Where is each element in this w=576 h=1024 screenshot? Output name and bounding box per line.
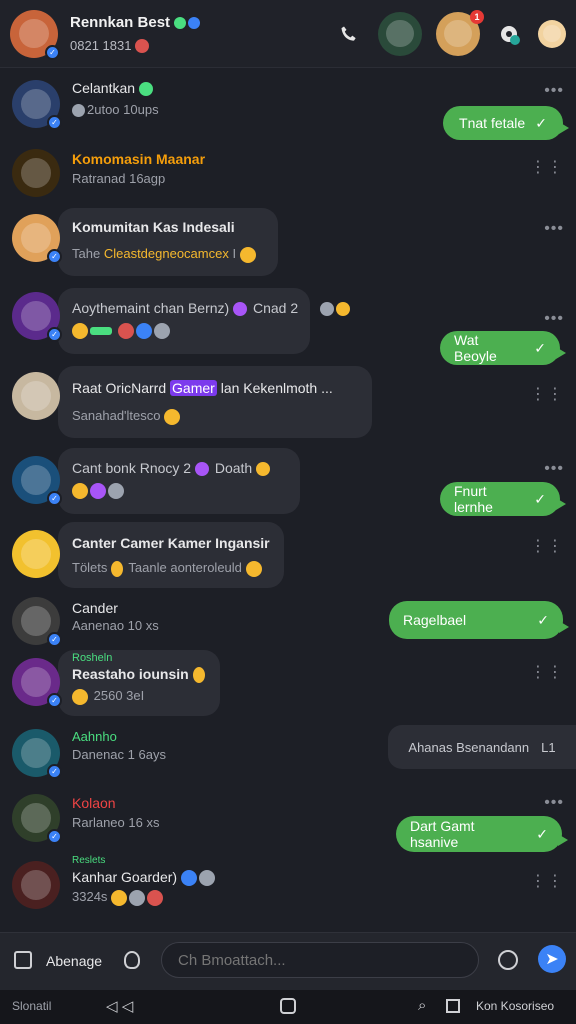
contact-name: Aoythemaint chan Bernz) Cnad 2 — [72, 300, 352, 317]
chat-header: ✓ Rennkan Best 0821 1831 1 — [0, 0, 576, 68]
reaction-row — [72, 322, 172, 339]
outgoing-message[interactable]: Ragelbael ✓ — [389, 601, 569, 639]
avatar: ✓ — [12, 80, 62, 130]
more-options-icon[interactable]: ⋮⋮ — [530, 662, 564, 682]
nav-right-label: Kon Kosoriseo — [476, 999, 555, 1013]
reaction-row — [72, 482, 126, 499]
contact-name: Celantkan — [72, 80, 155, 97]
contact-meta: Ratranad 16agp — [72, 171, 166, 186]
outgoing-message[interactable]: Wat Beoyle ✓ — [440, 331, 566, 365]
avatar: ✓ — [12, 597, 62, 647]
camera-icon[interactable] — [14, 951, 32, 969]
avatar: ✓ — [12, 729, 62, 779]
chat-row[interactable]: ✓ Rosheln Reastaho iounsin 2560 3eI ⋮⋮ — [0, 650, 576, 720]
header-avatar[interactable]: ✓ — [10, 9, 60, 60]
gear-icon[interactable] — [494, 13, 524, 55]
more-options-icon[interactable]: ••• — [544, 460, 564, 478]
chat-row[interactable]: Raat OricNarrd Gamer lan Kekenlmoth ... … — [0, 366, 576, 440]
contact-meta: Danenac 1 6ays — [72, 747, 166, 762]
more-options-icon[interactable]: ⋮⋮ — [530, 384, 564, 404]
incoming-message-bubble — [58, 448, 300, 514]
mic-icon[interactable] — [124, 951, 140, 969]
message-input[interactable] — [161, 942, 479, 978]
chat-row[interactable]: ✓ Celantkan 2utoo 10ups ••• Tnat fetale ✓ — [0, 78, 576, 140]
chat-row[interactable]: ✓ Komumitan Kas Indesali Tahe Cleastdegn… — [0, 208, 576, 278]
send-icon[interactable]: ➤ — [538, 945, 566, 973]
avatar — [12, 530, 60, 578]
contact-label: Rosheln — [72, 652, 113, 664]
search-icon[interactable]: ⌕ — [418, 997, 426, 1014]
outgoing-message[interactable]: Fnurt lernhe ✓ — [440, 482, 566, 516]
avatar: ✓ — [12, 214, 62, 264]
nav-left-label: Slonatil — [12, 999, 52, 1013]
avatar — [12, 372, 60, 420]
more-options-icon[interactable]: ⋮⋮ — [530, 157, 564, 177]
avatar: ✓ — [12, 292, 62, 342]
avatar: ✓ — [12, 658, 62, 708]
outgoing-message[interactable]: Dart Gamt hsanive ✓ — [396, 816, 568, 852]
incoming-message-bubble — [58, 366, 372, 438]
profile-avatar[interactable] — [538, 19, 566, 48]
home-icon[interactable] — [280, 998, 296, 1014]
contact-meta: 3324s — [72, 889, 165, 906]
avatar — [12, 861, 60, 909]
contact-name: Komumitan Kas Indesali — [72, 219, 235, 235]
contact-name: Cant bonk Rnocy 2 Doath — [72, 460, 272, 477]
avatar — [12, 149, 60, 197]
outgoing-message[interactable]: Tnat fetale ✓ — [443, 106, 569, 140]
composer-label[interactable]: Abenage — [46, 953, 102, 969]
contact-name: Reastaho iounsin — [72, 666, 207, 684]
chat-row[interactable]: ✓ Aoythemaint chan Bernz) Cnad 2 ••• Wat… — [0, 288, 576, 368]
phone-icon[interactable] — [334, 13, 364, 55]
more-options-icon[interactable]: ••• — [544, 310, 564, 328]
chat-row[interactable]: ✓ Aahnho Danenac 1 6ays Ahanas Bsenandan… — [0, 725, 576, 783]
recents-icon[interactable] — [446, 999, 460, 1013]
incoming-message-bubble — [58, 288, 310, 354]
incoming-message-bubble — [58, 522, 284, 588]
contact-name: Cander — [72, 600, 118, 616]
chat-row[interactable]: Canter Camer Kamer Ingansir Tölets Taanl… — [0, 522, 576, 588]
participant-avatar-1[interactable] — [378, 11, 422, 56]
system-nav-bar: Slonatil ◁ ◁ ⌕ Kon Kosoriseo — [0, 990, 576, 1024]
more-options-icon[interactable]: ⋮⋮ — [530, 871, 564, 891]
contact-meta: 2utoo 10ups — [72, 102, 159, 118]
message-preview: Sanahad'ltesco — [72, 408, 182, 425]
participant-avatar-2[interactable]: 1 — [436, 9, 484, 56]
message-preview: Tölets Taanle aonteroleuld — [72, 560, 264, 577]
contact-label: Aahnho — [72, 729, 117, 744]
chat-row[interactable]: ✓ Kolaon Rarlaneo 16 xs ••• Dart Gamt hs… — [0, 790, 576, 855]
contact-name: Canter Camer Kamer Ingansir — [72, 535, 270, 551]
contact-name: Komomasin Maanar — [72, 151, 206, 167]
emoji-icon[interactable] — [498, 950, 518, 970]
more-options-icon[interactable]: ••• — [544, 82, 564, 100]
message-composer: Abenage ➤ — [0, 932, 576, 990]
contact-name: Kanhar Goarder) — [72, 869, 217, 887]
back-icon[interactable]: ◁ ◁ — [106, 997, 133, 1015]
chat-row[interactable]: Komomasin Maanar Ratranad 16agp ⋮⋮ — [0, 147, 576, 207]
more-options-icon[interactable]: ••• — [544, 220, 564, 238]
chat-row[interactable]: ✓ Cander Aanenao 10 xs Ragelbael ✓ — [0, 595, 576, 650]
message-preview: 2560 3eI — [72, 688, 144, 705]
contact-name: Kolaon — [72, 795, 116, 811]
contact-meta: Aanenao 10 xs — [72, 618, 159, 633]
chat-row[interactable]: ✓ Cant bonk Rnocy 2 Doath ••• Fnurt lern… — [0, 448, 576, 520]
avatar: ✓ — [12, 456, 62, 506]
more-options-icon[interactable]: ⋮⋮ — [530, 536, 564, 556]
message-preview: Tahe Cleastdegneocamcex I — [72, 246, 258, 263]
more-options-icon[interactable]: ••• — [544, 794, 564, 812]
contact-name: Raat OricNarrd Gamer lan Kekenlmoth ... — [72, 380, 333, 396]
notification-badge: 1 — [470, 9, 484, 24]
outgoing-message-gray[interactable]: Ahanas Bsenandann L1 — [388, 725, 576, 769]
avatar: ✓ — [12, 794, 62, 844]
chat-title: Rennkan Best — [70, 14, 334, 31]
chat-row[interactable]: Reslets Kanhar Goarder) 3324s ⋮⋮ — [0, 855, 576, 917]
contact-meta: Rarlaneo 16 xs — [72, 815, 160, 830]
chat-subtitle: 0821 1831 — [70, 38, 334, 54]
contact-label: Reslets — [72, 855, 106, 866]
verified-badge-icon: ✓ — [45, 44, 60, 60]
